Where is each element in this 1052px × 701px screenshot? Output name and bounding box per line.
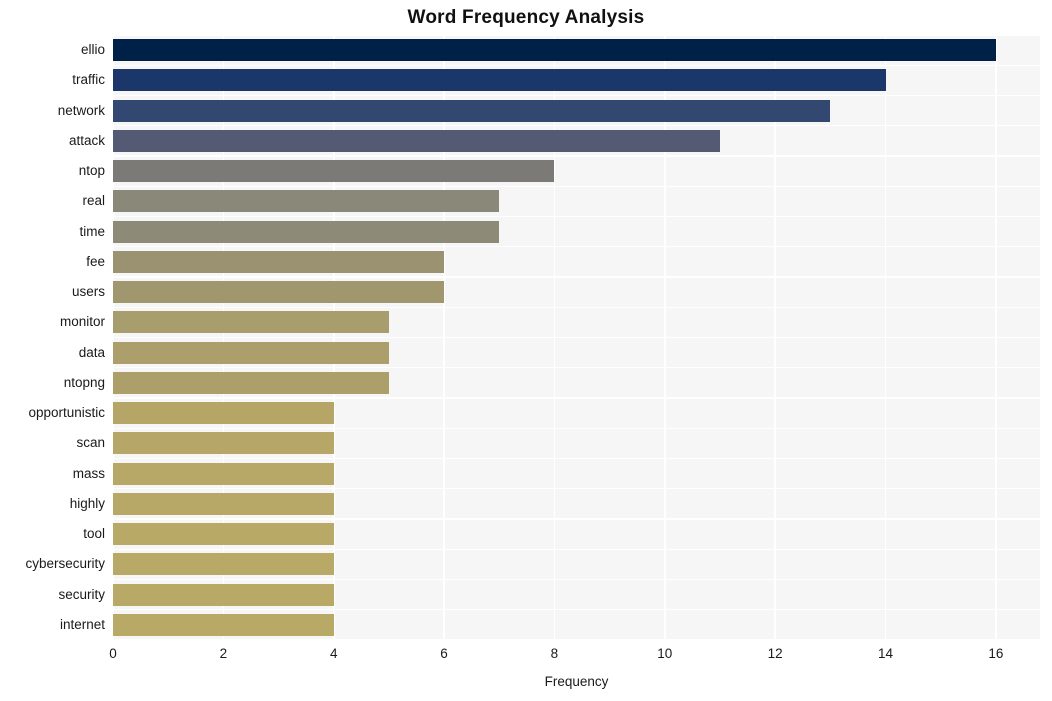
bar-opportunistic [113,402,334,425]
y-tick-label-monitor: monitor [59,314,105,330]
x-tick-label-14: 14 [877,646,894,661]
y-tick-label-data: data [78,344,105,360]
y-tick-label-ntopng: ntopng [63,374,105,390]
gridline-horizontal [113,185,1040,187]
gridline-horizontal [113,427,1040,429]
word-frequency-chart-figure: Word Frequency Analysis ellio traffic netw… [0,0,1052,701]
y-tick-label-real: real [82,193,105,209]
y-tick-label-ellio: ellio [80,42,105,58]
plot-area [113,35,1040,640]
gridline-horizontal [113,155,1040,157]
bar-attack [113,129,720,152]
x-tick-label-10: 10 [657,646,673,661]
x-axis-tick-labels: 0 2 4 6 8 10 12 14 16 [109,646,1040,668]
gridline-horizontal [113,639,1040,640]
gridline-horizontal [113,488,1040,490]
bar-users [113,281,445,304]
y-tick-label-users: users [71,284,105,300]
y-tick-label-fee: fee [86,253,105,269]
gridline-horizontal [113,94,1040,97]
x-tick-label-16: 16 [988,646,1004,661]
bar-real [113,190,500,213]
gridline-horizontal [113,367,1040,369]
bar-cybersecurity [113,553,334,576]
chart-title: Word Frequency Analysis [407,7,645,28]
gridline-horizontal [113,518,1040,520]
gridline-horizontal [113,609,1040,611]
bar-tool [113,523,334,546]
x-tick-label-4: 4 [329,646,338,661]
y-tick-label-internet: internet [59,616,105,632]
gridline-horizontal [113,125,1040,127]
y-tick-label-mass: mass [72,465,105,481]
y-tick-label-cybersecurity: cybersecurity [25,556,105,572]
gridline-horizontal [113,276,1040,278]
gridline-horizontal [113,306,1040,308]
y-tick-label-highly: highly [69,495,105,511]
x-tick-label-6: 6 [440,646,448,661]
gridline-horizontal [113,578,1040,581]
bar-traffic [113,69,886,92]
gridline-horizontal [113,64,1040,66]
x-axis-title: Frequency [544,674,609,689]
bar-security [113,583,334,606]
gridline-horizontal [113,397,1040,399]
bar-highly [113,492,334,515]
y-tick-label-opportunistic: opportunistic [28,405,105,421]
bar-ntop [113,160,555,183]
x-tick-label-8: 8 [550,646,559,661]
bar-fee [113,250,445,273]
bar-monitor [113,311,389,334]
x-tick-label-12: 12 [767,646,783,661]
gridline-horizontal [113,246,1040,248]
y-tick-label-network: network [57,102,105,118]
x-tick-label-0: 0 [109,646,117,661]
bar-ntopng [113,371,389,394]
y-tick-label-time: time [79,223,105,239]
y-tick-label-security: security [58,586,105,602]
gridline-horizontal [113,35,1040,36]
y-tick-label-tool: tool [83,526,105,542]
y-axis-tick-labels: ellio traffic network attack ntop real time fee… [0,35,105,640]
y-tick-label-ntop: ntop [78,163,105,179]
y-tick-label-traffic: traffic [72,72,105,88]
gridline-horizontal [113,548,1040,550]
gridline-horizontal [113,457,1040,460]
bar-time [113,220,500,243]
bar-ellio [113,39,996,62]
x-tick-label-2: 2 [219,646,228,661]
gridline-horizontal [113,215,1040,218]
bar-mass [113,462,334,485]
y-tick-label-attack: attack [68,132,105,148]
bar-scan [113,432,334,455]
bar-data [113,341,389,364]
bar-internet [113,613,334,636]
gridline-horizontal [113,336,1040,339]
bar-network [113,99,831,122]
y-tick-label-scan: scan [76,435,105,451]
